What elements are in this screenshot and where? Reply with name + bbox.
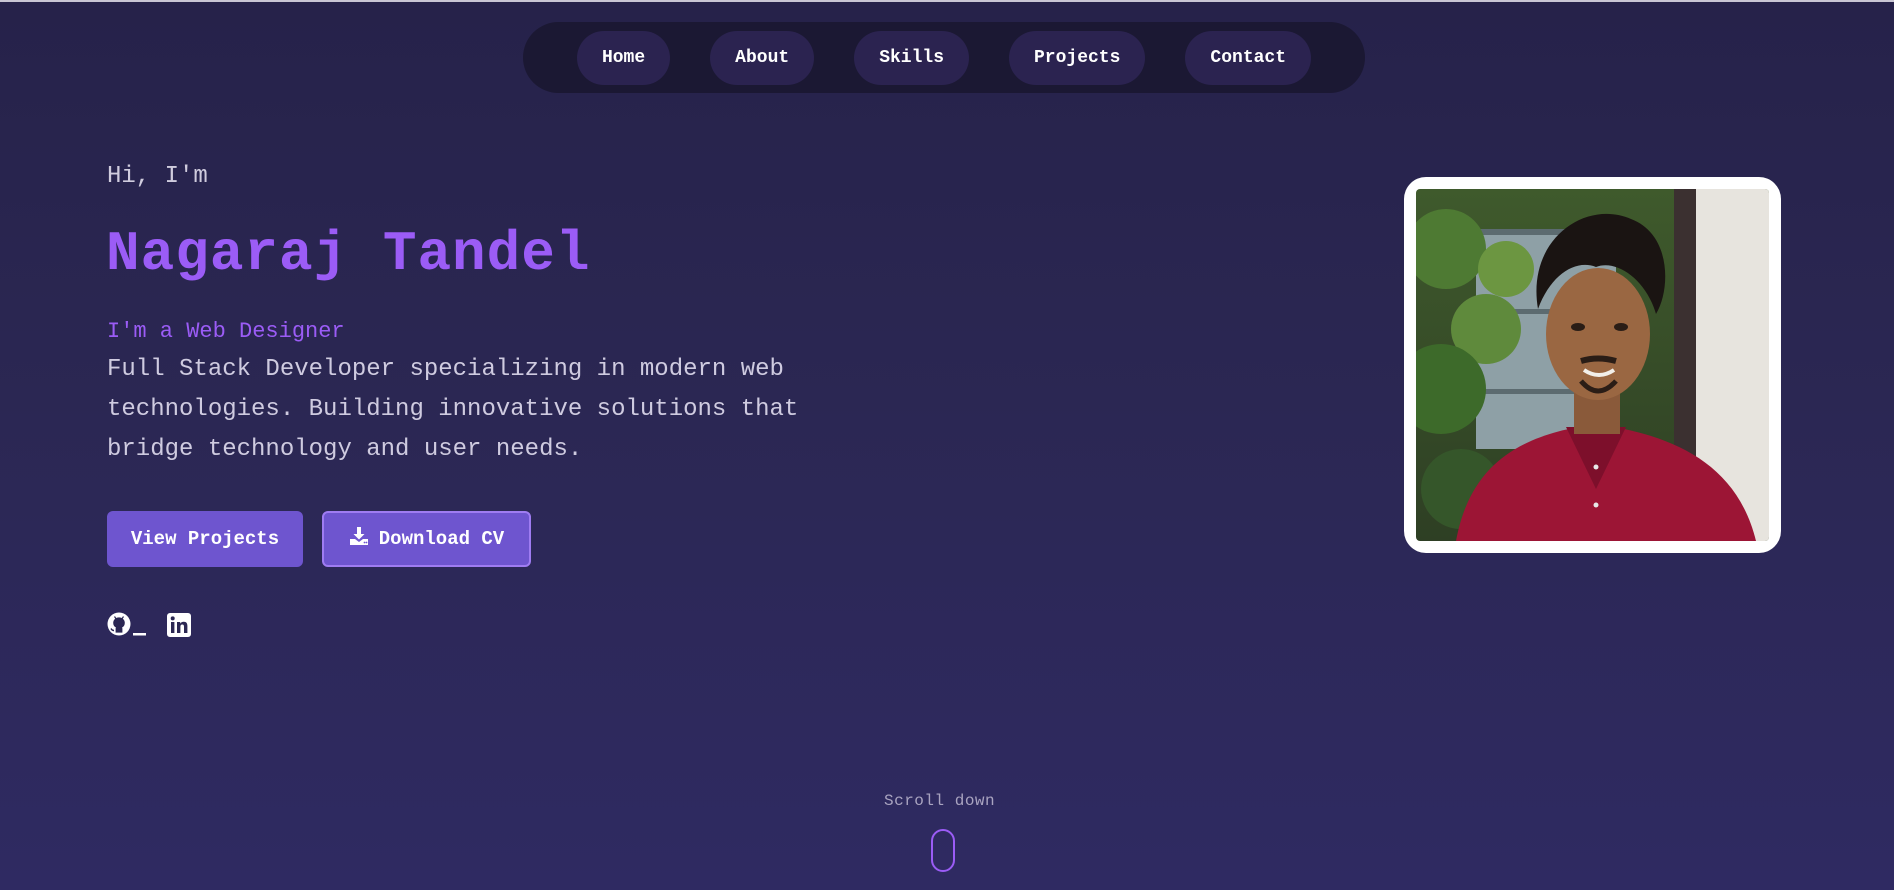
hero-bio: Full Stack Developer specializing in mod… xyxy=(107,356,799,463)
nav-item-about[interactable]: About xyxy=(710,30,815,85)
nav-item-contact[interactable]: Contact xyxy=(1185,30,1312,85)
download-cv-label: Download CV xyxy=(378,528,505,550)
hero-greeting: Hi, I'm xyxy=(107,163,208,190)
github-link[interactable] xyxy=(107,611,149,644)
scroll-down-label: Scroll down xyxy=(884,792,996,810)
github-icon xyxy=(107,611,149,644)
top-border xyxy=(0,0,1894,2)
linkedin-link[interactable] xyxy=(167,613,191,642)
linkedin-icon xyxy=(167,613,191,642)
download-cv-button[interactable]: Download CV xyxy=(322,511,531,567)
main-nav: Home About Skills Projects Contact xyxy=(523,22,1365,93)
download-icon xyxy=(349,526,369,552)
nav-item-projects[interactable]: Projects xyxy=(1009,30,1146,85)
view-projects-button[interactable]: View Projects xyxy=(107,511,303,567)
social-links xyxy=(107,611,191,644)
profile-photo-frame xyxy=(1404,177,1781,553)
hero-name: Nagaraj Tandel xyxy=(106,222,591,286)
profile-photo xyxy=(1416,189,1769,541)
nav-item-home[interactable]: Home xyxy=(576,30,671,85)
hero-role: I'm a Web Designer xyxy=(107,319,345,344)
nav-item-skills[interactable]: Skills xyxy=(854,30,969,85)
view-projects-label: View Projects xyxy=(130,528,280,550)
scroll-mouse-icon[interactable] xyxy=(931,829,955,872)
